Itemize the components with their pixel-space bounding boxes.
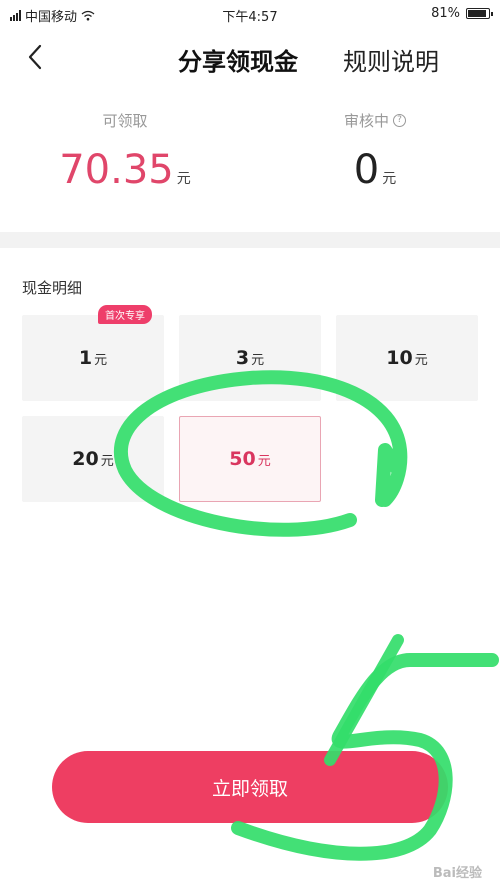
amount-unit: 元 bbox=[94, 352, 108, 368]
clock: 下午4:57 bbox=[222, 10, 278, 25]
amount-value: 3 bbox=[235, 347, 250, 369]
amount-unit: 元 bbox=[100, 453, 114, 469]
status-bar: 中国移动 下午4:57 81% bbox=[0, 0, 500, 28]
summary-panel: 可领取 70.35 元 审核中 ? 0元 bbox=[0, 110, 500, 230]
claimable-label: 可领取 bbox=[102, 112, 148, 130]
page-title: 分享领现金 bbox=[178, 48, 298, 76]
first-time-badge: 首次专享 bbox=[98, 305, 152, 324]
battery-icon bbox=[466, 8, 493, 19]
baidu-watermark: Bai经验 bbox=[432, 866, 482, 881]
amount-option-50[interactable]: 50 元 bbox=[179, 416, 321, 502]
status-right: 81% bbox=[431, 6, 493, 21]
review-column: 审核中 ? 0元 bbox=[250, 110, 500, 193]
cash-detail-title: 现金明细 bbox=[22, 279, 83, 297]
review-amount: 0 bbox=[353, 147, 380, 193]
review-unit: 元 bbox=[382, 171, 397, 187]
amount-value: 10 bbox=[386, 347, 413, 369]
amount-unit: 元 bbox=[414, 352, 428, 368]
back-arrow-icon[interactable] bbox=[22, 42, 52, 72]
amount-unit: 元 bbox=[257, 453, 271, 469]
amount-value: 20 bbox=[72, 448, 99, 470]
review-label: 审核中 bbox=[343, 112, 389, 130]
battery-percent: 81% bbox=[431, 6, 460, 21]
claimable-column: 可领取 70.35 元 bbox=[0, 110, 250, 193]
claimable-value: 70.35 元 bbox=[0, 147, 250, 193]
amount-unit: 元 bbox=[251, 352, 265, 368]
claimable-unit: 元 bbox=[176, 171, 191, 187]
review-value: 0元 bbox=[250, 147, 500, 193]
amount-value: 50 bbox=[229, 448, 256, 470]
header: 分享领现金 规则说明 bbox=[0, 28, 500, 86]
amount-option-3[interactable]: 3元 bbox=[179, 315, 321, 401]
claimable-amount: 70.35 bbox=[59, 147, 174, 193]
review-label-wrap: 审核中 ? bbox=[344, 110, 406, 131]
amount-option-10[interactable]: 10 元 bbox=[336, 315, 478, 401]
amount-option-1[interactable]: 首次专享 1元 bbox=[22, 305, 164, 401]
section-divider bbox=[0, 232, 500, 248]
rules-link[interactable]: 规则说明 bbox=[343, 42, 439, 77]
question-icon[interactable]: ? bbox=[393, 114, 406, 127]
amount-value: 1 bbox=[78, 347, 93, 369]
claim-button[interactable]: 立即领取 bbox=[52, 751, 448, 823]
five-stroke-annotation bbox=[324, 634, 404, 766]
amount-option-20[interactable]: 20 元 bbox=[22, 416, 164, 502]
